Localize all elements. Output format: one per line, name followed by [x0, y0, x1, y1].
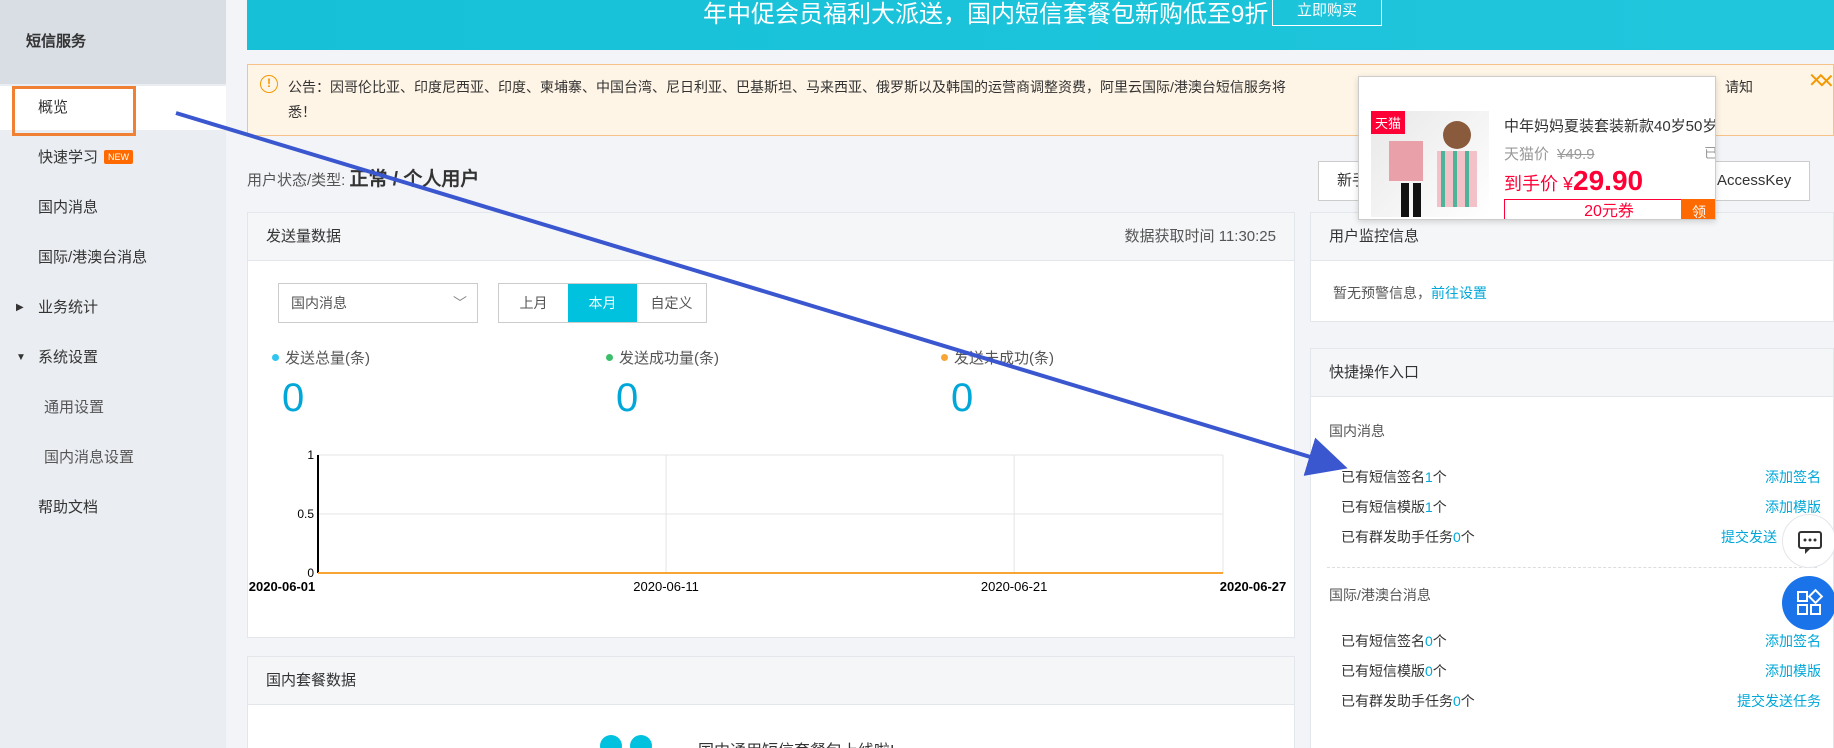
quick-row: 已有短信签名0个 添加签名 — [1341, 631, 1821, 651]
user-status-value: 正常 / 个人用户 — [349, 169, 480, 190]
y-tick-label: 1 — [307, 448, 314, 462]
panel-title: 快捷操作入口 — [1329, 364, 1420, 381]
notice-text: 公告：因哥伦比亚、印度尼西亚、印度、柬埔寨、中国台湾、尼日利亚、巴基斯坦、马来西… — [288, 79, 1286, 95]
notice-text-tail: 悉！ — [288, 104, 316, 120]
quick-row: 已有群发助手任务0个 提交发送任务 — [1341, 691, 1821, 711]
banner-text: 年中促会员福利大派送，国内短信套餐包新购低至9折 — [703, 1, 1269, 28]
tmall-badge: 天猫 — [1371, 111, 1406, 134]
section-title: 国内消息 — [1329, 423, 1385, 439]
price-label: 到手价 ¥ — [1504, 174, 1574, 194]
period-custom[interactable]: 自定义 — [637, 284, 706, 322]
send-volume-panel: 发送量数据 数据获取时间 11:30:25 国内消息 ﹀ 上月 本月 自定义 发… — [247, 212, 1295, 638]
stat-total: 发送总量(条) 0 — [272, 347, 370, 421]
x-tick-label: 2020-06-21 — [981, 579, 1047, 594]
submit-send-task-link[interactable]: 提交发送任务 — [1737, 691, 1821, 711]
notice-text-right: ，请知 — [1711, 79, 1753, 95]
apps-button[interactable] — [1782, 576, 1834, 630]
product-title[interactable]: 中年妈妈夏装套装新款40岁50岁 — [1504, 115, 1715, 136]
section-title: 国际/港澳台消息 — [1329, 587, 1431, 603]
promo-banner[interactable]: 年中促会员福利大派送，国内短信套餐包新购低至9折 立即购买 — [247, 0, 1834, 50]
stat-value: 0 — [282, 376, 305, 420]
quick-actions-panel: 快捷操作入口 国内消息 已有短信签名1个 添加签名 已有短信模版1个 添加模版 已有… — [1310, 348, 1834, 748]
chevron-down-icon: ﹀ — [453, 295, 467, 311]
divider — [1327, 567, 1817, 568]
user-status-label: 用户状态/类型: — [247, 172, 346, 189]
product-ad-popup[interactable]: 天猫 中年妈妈夏装套装新款40岁50岁 天猫价 ¥49.9 已 到手价 ¥29.9… — [1358, 76, 1716, 220]
panel-title: 发送量数据 — [266, 228, 342, 245]
x-tick-label: 2020-06-11 — [633, 579, 699, 594]
monitor-text: 暂无预警信息， — [1333, 285, 1431, 301]
quick-row: 已有短信签名1个 添加签名 — [1341, 467, 1821, 487]
monitor-panel: 用户监控信息 暂无预警信息，前往设置 — [1310, 212, 1834, 322]
quick-row: 已有短信模版0个 添加模版 — [1341, 661, 1821, 681]
legend-dot — [606, 354, 613, 361]
side-mark: 已 — [1704, 143, 1715, 163]
stat-success: 发送成功量(条) 0 — [606, 347, 719, 421]
package-panel: 国内套餐数据 国内通用短信套餐包上线啦! — [247, 656, 1295, 748]
go-settings-link[interactable]: 前往设置 — [1431, 285, 1487, 301]
tmall-price-label: 天猫价 — [1504, 146, 1550, 163]
quick-row: 已有短信模版1个 添加模版 — [1341, 499, 1821, 515]
legend-dot — [941, 354, 948, 361]
sidebar-item-help[interactable]: 帮助文档 — [0, 486, 226, 530]
sidebar-item-settings[interactable]: ▼ 系统设置 — [0, 336, 226, 380]
sidebar-item-domestic-settings[interactable]: 国内消息设置 — [0, 436, 226, 480]
package-teaser: 国内通用短信套餐包上线啦! — [698, 737, 894, 748]
add-signature-link[interactable]: 添加签名 — [1765, 631, 1821, 651]
info-icon: ! — [260, 75, 278, 93]
chat-button[interactable] — [1782, 514, 1834, 568]
sidebar-item-statistics[interactable]: ▶ 业务统计 — [0, 286, 226, 330]
apps-icon — [1797, 588, 1824, 615]
add-template-link[interactable]: 添加模版 — [1765, 661, 1821, 681]
sidebar-item-international[interactable]: 国际/港澳台消息 — [0, 236, 226, 280]
fetch-time: 数据获取时间 11:30:25 — [1124, 228, 1276, 245]
chat-icon — [1798, 531, 1822, 554]
period-this-month[interactable]: 本月 — [568, 284, 637, 322]
sidebar-item-domestic[interactable]: 国内消息 — [0, 186, 226, 230]
panel-title: 用户监控信息 — [1329, 228, 1420, 245]
claim-coupon-button[interactable]: 领 — [1681, 199, 1715, 219]
legend-dot — [272, 354, 279, 361]
tmall-price: ¥49.9 — [1557, 146, 1595, 163]
x-tick-label: 2020-06-27 — [1220, 579, 1287, 594]
period-last-month[interactable]: 上月 — [499, 284, 568, 322]
sidebar-item-general-settings[interactable]: 通用设置 — [0, 386, 226, 430]
message-type-select[interactable]: 国内消息 ﹀ — [278, 283, 478, 323]
submit-send-link[interactable]: 提交发送 — [1721, 527, 1777, 547]
sidebar-item-quick-learn[interactable]: 快速学习 NEW — [0, 136, 226, 180]
stat-value: 0 — [616, 376, 639, 420]
sidebar-title: 短信服务 — [0, 0, 226, 84]
add-signature-link[interactable]: 添加签名 — [1765, 467, 1821, 487]
user-status: 用户状态/类型: 正常 / 个人用户 — [247, 164, 479, 191]
y-tick-label: 0.5 — [297, 507, 314, 521]
stat-value: 0 — [951, 376, 974, 420]
send-volume-chart: 1 0.5 02020-06-01 2020-06-11 2020-06-21 2020-… — [249, 448, 1287, 594]
period-toggle: 上月 本月 自定义 — [498, 283, 707, 323]
final-price: 29.90 — [1573, 165, 1644, 196]
buy-now-button[interactable]: 立即购买 — [1272, 0, 1382, 26]
highlight-box — [12, 86, 136, 136]
package-illustration — [600, 729, 660, 748]
popup-close-icon[interactable]: ✕ — [1808, 68, 1825, 93]
new-badge: NEW — [104, 150, 134, 164]
quick-row: 已有群发助手任务0个 提交发送 — [1341, 527, 1777, 547]
stat-failed: 发送未成功(条) 0 — [941, 347, 1054, 421]
x-tick-label: 2020-06-01 — [249, 579, 316, 594]
panel-title: 国内套餐数据 — [266, 672, 357, 689]
caret-right-icon: ▶ — [16, 302, 24, 313]
y-tick-label: 0 — [307, 566, 314, 580]
sidebar: 短信服务 概览 快速学习 NEW 国内消息 国际/港澳台消息 ▶ 业务统计 ▼ 系统设… — [0, 0, 226, 748]
caret-down-icon: ▼ — [16, 352, 26, 363]
